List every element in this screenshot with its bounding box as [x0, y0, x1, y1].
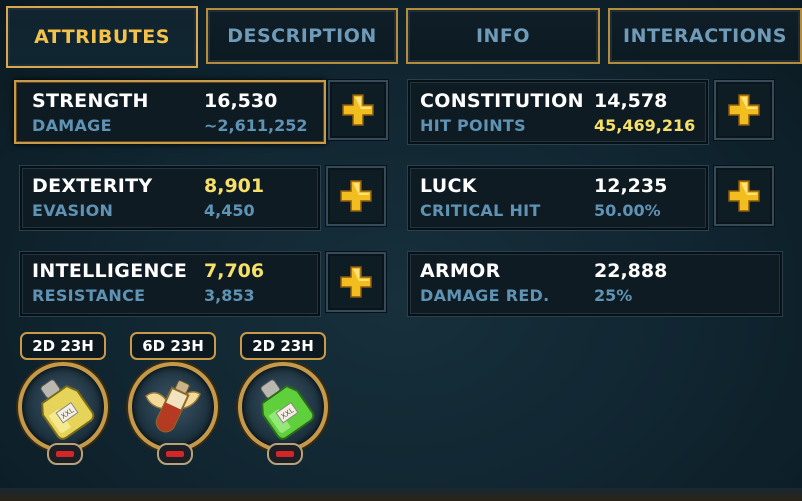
minus-icon	[56, 451, 74, 457]
plus-icon	[728, 94, 760, 126]
plus-icon	[342, 94, 374, 126]
damage-label: DAMAGE	[32, 116, 112, 135]
strength-label: STRENGTH	[32, 90, 149, 112]
evasion-value: 4,450	[204, 201, 255, 220]
armor-value: 22,888	[594, 260, 668, 282]
dexterity-value: 8,901	[204, 175, 265, 197]
tab-info[interactable]: INFO	[406, 8, 600, 64]
resistance-label: RESISTANCE	[32, 286, 146, 305]
remove-potion-button[interactable]	[157, 443, 193, 465]
critical-hit-label: CRITICAL HIT	[420, 201, 541, 220]
strength-plus-button[interactable]	[328, 80, 388, 140]
strength-value: 16,530	[204, 90, 278, 112]
hit-points-label: HIT POINTS	[420, 116, 526, 135]
luck-plus-button[interactable]	[714, 166, 774, 226]
damage-reduction-value: 25%	[594, 286, 633, 305]
potion-timer-text: 6D 23H	[142, 337, 204, 355]
damage-value: ~2,611,252	[204, 116, 308, 135]
tab-description-label: DESCRIPTION	[227, 25, 377, 47]
luck-value: 12,235	[594, 175, 668, 197]
tab-interactions-label: INTERACTIONS	[623, 25, 787, 47]
tab-attributes-label: ATTRIBUTES	[34, 26, 170, 48]
critical-hit-value: 50.00%	[594, 201, 661, 220]
armor-label: ARMOR	[420, 260, 501, 282]
potion-timer: 6D 23H	[130, 332, 216, 360]
remove-potion-button[interactable]	[267, 443, 303, 465]
potion-timer: 2D 23H	[20, 332, 106, 360]
damage-reduction-label: DAMAGE RED.	[420, 286, 550, 305]
potion-timer: 2D 23H	[240, 332, 326, 360]
resistance-value: 3,853	[204, 286, 255, 305]
plus-icon	[728, 180, 760, 212]
tab-info-label: INFO	[475, 25, 531, 47]
yellow-potion-icon: XXL	[40, 379, 95, 440]
tab-attributes[interactable]: ATTRIBUTES	[6, 6, 198, 68]
winged-potion-icon	[145, 380, 201, 433]
potion-timer-text: 2D 23H	[32, 337, 94, 355]
minus-icon	[276, 451, 294, 457]
constitution-value: 14,578	[594, 90, 668, 112]
plus-icon	[340, 266, 372, 298]
dexterity-plus-button[interactable]	[326, 166, 386, 226]
potion-slot[interactable]	[128, 362, 218, 452]
plus-icon	[340, 180, 372, 212]
tab-interactions[interactable]: INTERACTIONS	[608, 8, 802, 64]
evasion-label: EVASION	[32, 201, 114, 220]
potion-slot[interactable]: XXL	[18, 362, 108, 452]
tab-description[interactable]: DESCRIPTION	[206, 8, 398, 64]
minus-icon	[166, 451, 184, 457]
intelligence-label: INTELLIGENCE	[32, 260, 188, 282]
luck-label: LUCK	[420, 175, 477, 197]
dexterity-label: DEXTERITY	[32, 175, 153, 197]
constitution-label: CONSTITUTION	[420, 90, 584, 112]
green-potion-icon: XXL	[260, 379, 315, 440]
bottom-frame	[0, 488, 802, 501]
potion-timer-text: 2D 23H	[252, 337, 314, 355]
intelligence-value: 7,706	[204, 260, 265, 282]
constitution-plus-button[interactable]	[714, 80, 774, 140]
attributes-screen: ATTRIBUTES DESCRIPTION INFO INTERACTIONS…	[0, 0, 802, 501]
remove-potion-button[interactable]	[47, 443, 83, 465]
potion-slot[interactable]: XXL	[238, 362, 328, 452]
intelligence-plus-button[interactable]	[326, 252, 386, 312]
hit-points-value: 45,469,216	[594, 116, 696, 135]
